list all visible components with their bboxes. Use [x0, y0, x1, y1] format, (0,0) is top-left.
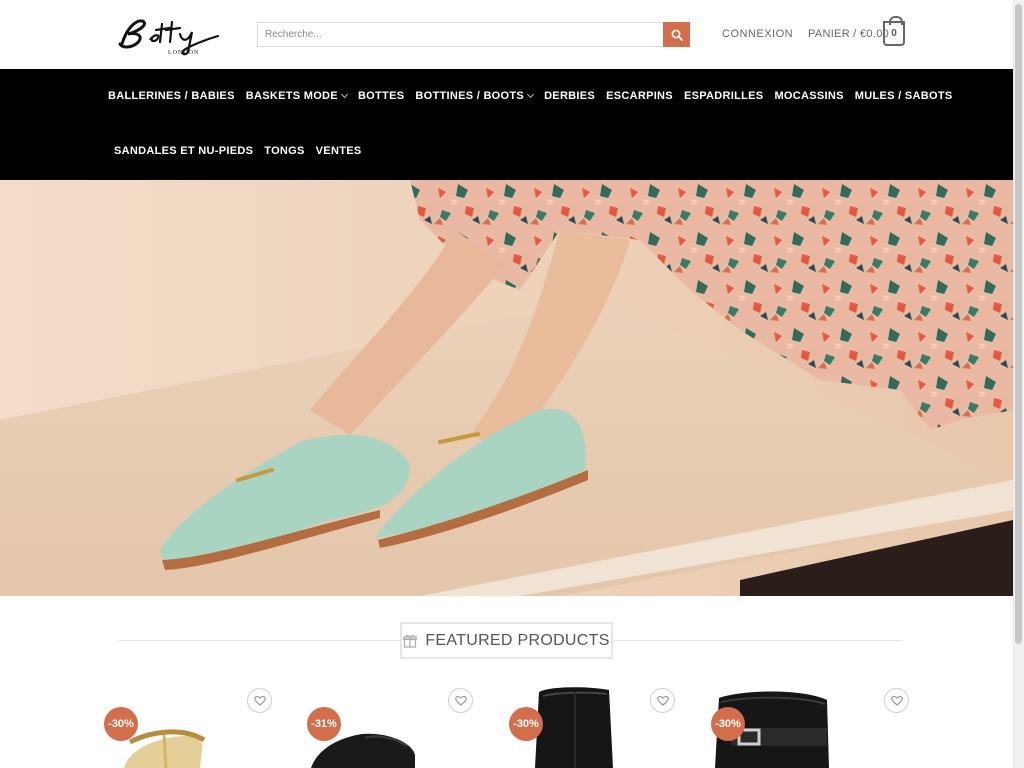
- nav-item-label: MULES / SABOTS: [854, 90, 953, 102]
- brand-logo[interactable]: LONDON: [114, 10, 226, 60]
- nav-item-bottines-boots[interactable]: BOTTINES / BOOTS: [415, 90, 535, 102]
- chevron-down-icon: [527, 90, 535, 99]
- search-form: [257, 22, 690, 47]
- nav-item-bottes[interactable]: BOTTES: [358, 90, 404, 102]
- hero-banner[interactable]: [0, 180, 1013, 596]
- nav-item-mules-sabots[interactable]: MULES / SABOTS: [855, 90, 953, 102]
- section-divider-right: [613, 640, 903, 641]
- nav-item-label: ESPADRILLES: [683, 90, 764, 102]
- nav-item-ballerines-babies[interactable]: BALLERINES / BABIES: [108, 90, 235, 102]
- nav-item-label: BOTTINES / BOOTS: [415, 90, 525, 102]
- nav-item-label: VENTES: [315, 145, 362, 157]
- chevron-down-icon: [340, 90, 348, 99]
- heart-icon: [253, 695, 266, 706]
- nav-item-espadrilles[interactable]: ESPADRILLES: [684, 90, 764, 102]
- wishlist-button[interactable]: [448, 688, 473, 713]
- gift-icon: [403, 634, 418, 648]
- cart-link[interactable]: PANIER / €0.00: [808, 28, 889, 40]
- nav-item-label: DERBIES: [544, 90, 596, 102]
- product-card[interactable]: -31%: [307, 680, 507, 768]
- nav-item-label: BOTTES: [357, 90, 405, 102]
- site-header: LONDON CONNEXION PANIER / €0.00 0: [0, 0, 1013, 69]
- nav-row-1: BALLERINES / BABIES BASKETS MODE BOTTES BOT…: [108, 89, 964, 103]
- product-card[interactable]: -30%: [711, 680, 911, 768]
- login-link[interactable]: CONNEXION: [722, 28, 793, 40]
- nav-item-mocassins[interactable]: MOCASSINS: [774, 90, 843, 102]
- nav-row-2: SANDALES ET NU-PIEDS TONGS VENTES: [114, 144, 372, 158]
- nav-item-label: BASKETS MODE: [245, 90, 338, 102]
- wishlist-button[interactable]: [884, 688, 909, 713]
- nav-item-label: TONGS: [264, 145, 305, 157]
- featured-heading: FEATURED PRODUCTS: [400, 622, 613, 659]
- nav-item-label: MOCASSINS: [774, 90, 844, 102]
- sale-badge: -30%: [104, 707, 138, 741]
- page-scrollbar[interactable]: [1013, 0, 1024, 768]
- nav-item-label: SANDALES ET NU-PIEDS: [114, 145, 254, 157]
- product-card[interactable]: -30%: [104, 680, 304, 768]
- nav-item-sandales-et-nu-pieds[interactable]: SANDALES ET NU-PIEDS: [114, 145, 253, 157]
- search-button[interactable]: [663, 22, 690, 47]
- nav-item-baskets-mode[interactable]: BASKETS MODE: [245, 90, 348, 102]
- nav-item-ventes[interactable]: VENTES: [316, 145, 362, 157]
- wishlist-button[interactable]: [650, 688, 675, 713]
- product-card[interactable]: -30%: [509, 680, 709, 768]
- nav-item-escarpins[interactable]: ESCARPINS: [606, 90, 673, 102]
- nav-item-tongs[interactable]: TONGS: [264, 145, 304, 157]
- search-input[interactable]: [257, 22, 663, 47]
- nav-item-derbies[interactable]: DERBIES: [544, 90, 595, 102]
- nav-item-label: ESCARPINS: [606, 90, 673, 102]
- sale-badge: -30%: [509, 707, 543, 741]
- cart-count-badge[interactable]: 0: [883, 16, 905, 46]
- section-divider-left: [118, 640, 400, 641]
- hero-image: [0, 180, 1013, 596]
- search-icon: [671, 29, 683, 41]
- sale-badge: -31%: [307, 707, 341, 741]
- wishlist-button[interactable]: [247, 688, 272, 713]
- heart-icon: [656, 695, 669, 706]
- svg-text:LONDON: LONDON: [168, 50, 199, 56]
- sale-badge: -30%: [711, 707, 745, 741]
- featured-title: FEATURED PRODUCTS: [425, 631, 610, 649]
- heart-icon: [890, 695, 903, 706]
- scrollbar-thumb[interactable]: [1015, 4, 1022, 644]
- heart-icon: [454, 695, 467, 706]
- main-nav: BALLERINES / BABIES BASKETS MODE BOTTES BOT…: [0, 69, 1013, 180]
- nav-item-label: BALLERINES / BABIES: [108, 90, 235, 102]
